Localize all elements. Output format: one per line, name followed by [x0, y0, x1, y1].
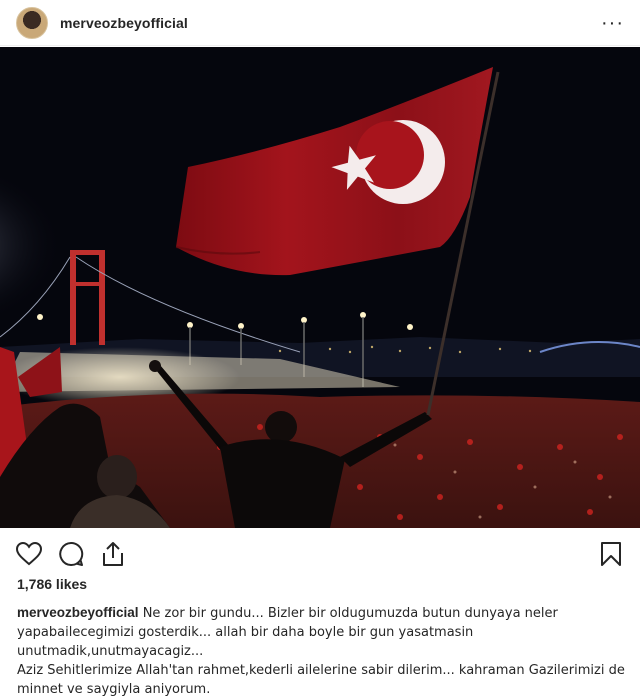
heart-icon[interactable] [14, 539, 44, 569]
post-photo[interactable] [0, 47, 640, 528]
post-caption: merveozbeyofficial Ne zor bir gundu... B… [17, 603, 625, 699]
avatar[interactable] [16, 6, 48, 39]
caption-line-1: merveozbeyofficial Ne zor bir gundu... B… [17, 603, 625, 623]
likes-count[interactable]: 1,786 likes [17, 576, 87, 592]
caption-text-1: Ne zor bir gundu... Bizler bir oldugumuz… [142, 606, 558, 621]
share-icon[interactable] [98, 539, 128, 569]
post-actions [0, 536, 640, 572]
caption-line-5: minnet ve saygiyla aniyorum. [17, 682, 211, 697]
bookmark-icon[interactable] [596, 539, 626, 569]
post-header: merveozbeyofficial ··· [0, 0, 640, 46]
comment-bubble-icon[interactable] [56, 539, 86, 569]
caption-line-3: unutmadik,unutmayacagiz... [17, 644, 204, 659]
caption-username[interactable]: merveozbeyofficial [17, 605, 139, 620]
post-username[interactable]: merveozbeyofficial [60, 15, 188, 31]
caption-line-4: Aziz Sehitlerimize Allah'tan rahmet,kede… [17, 663, 625, 678]
more-options-icon[interactable]: ··· [601, 13, 624, 33]
photo-scene [0, 47, 640, 528]
caption-line-2: yapabailecegimizi gosterdik... allah bir… [17, 625, 474, 640]
